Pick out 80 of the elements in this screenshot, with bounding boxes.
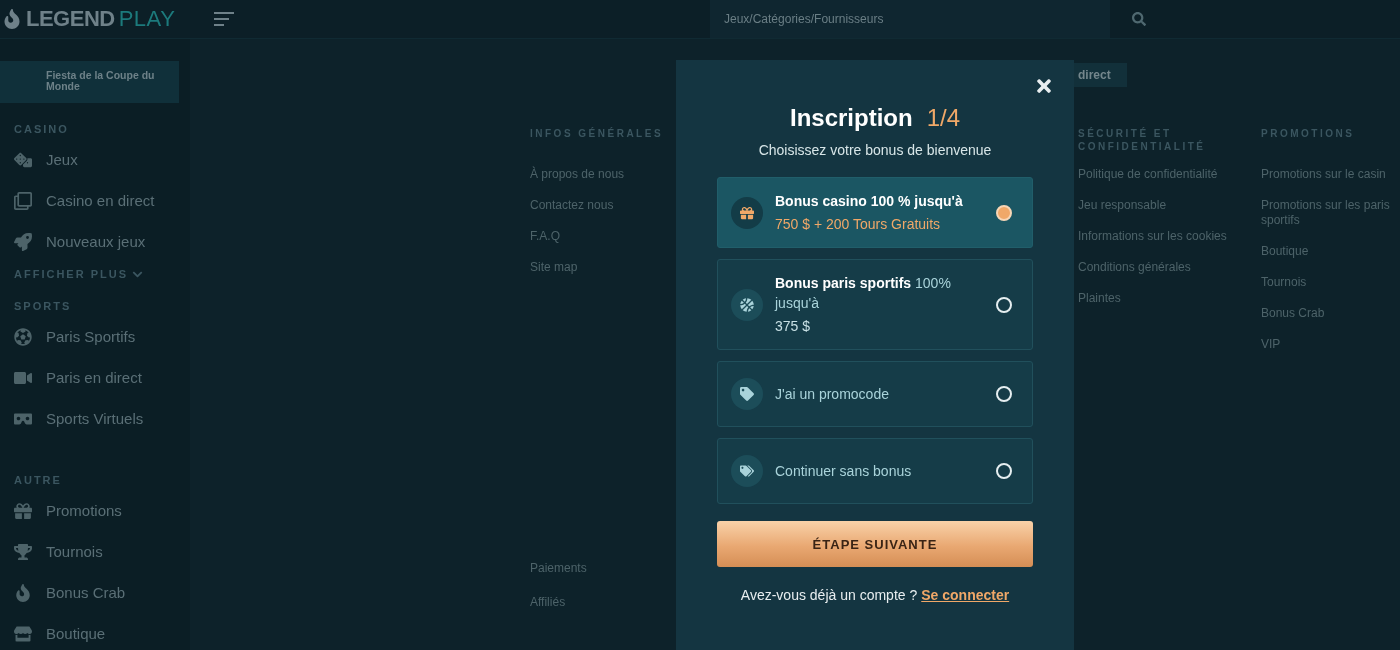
footer-link[interactable]: Politique de confidentialité	[1078, 159, 1228, 190]
section-heading: CASINO	[13, 122, 70, 137]
dice-icon	[13, 150, 33, 169]
football-icon	[13, 327, 33, 346]
next-step-button[interactable]: ÉTAPE SUIVANTE	[717, 521, 1033, 567]
search-icon[interactable]	[1132, 12, 1146, 26]
dialog-title: Inscription 1/4	[789, 104, 960, 132]
login-prompt: Avez-vous déjà un compte ?	[740, 587, 918, 603]
option-label: J'ai un promocode	[775, 385, 890, 404]
sidebar-item[interactable]: Boutique	[0, 613, 190, 650]
sidebar-item-label: Jeux	[46, 151, 78, 168]
ball-icon	[731, 288, 763, 321]
footer-link[interactable]: VIP	[1261, 329, 1400, 360]
sidebar-item[interactable]: Paris en direct	[0, 357, 190, 398]
logo-text: PLAY	[118, 6, 176, 32]
tag-icon	[731, 378, 763, 410]
flame-logo-icon	[2, 9, 22, 29]
option-label: Bonus paris sportifs 100% jusqu'à	[775, 274, 952, 313]
section-heading: SPORTS	[13, 299, 73, 314]
footer-link[interactable]: Informations sur les cookies	[1078, 221, 1228, 252]
footer-link[interactable]: Jeu responsable	[1078, 190, 1228, 221]
search-field[interactable]: Jeux/Catégories/Fournisseurs	[710, 0, 1110, 38]
dialog-subtitle: Choisissez votre bonus de bienvenue	[758, 142, 992, 158]
bonus-option[interactable]: J'ai un promocode	[717, 361, 1033, 427]
bonus-option[interactable]: Continuer sans bonus	[717, 438, 1033, 504]
footer-link[interactable]: Bonus Crab	[1261, 298, 1400, 329]
section-heading: AUTRE	[13, 473, 63, 488]
sidebar-item[interactable]: Sports Virtuels	[0, 398, 190, 439]
sidebar-item-label: Casino en direct	[46, 192, 155, 209]
footer-link[interactable]: Promotions sur le casin	[1261, 159, 1400, 190]
radio-button[interactable]	[996, 386, 1012, 402]
flame-icon	[13, 583, 33, 602]
sidebar-item-label: Nouveaux jeux	[46, 233, 146, 250]
sidebar-item-label: Sports Virtuels	[46, 410, 144, 427]
menu-icon[interactable]	[214, 12, 234, 26]
footer-link[interactable]: À propos de nous	[530, 159, 680, 190]
sidebar-item-label: Bonus Crab	[46, 584, 126, 601]
footer-link[interactable]: Affiliés	[530, 587, 680, 618]
sidebar-item[interactable]: Paris Sportifs	[0, 316, 190, 357]
close-icon[interactable]	[1034, 76, 1054, 96]
sidebar-item-label: Paris Sportifs	[46, 328, 136, 345]
footer-link[interactable]: Promotions sur les paris sportifs	[1261, 190, 1400, 236]
option-label: Continuer sans bonus	[775, 462, 913, 481]
radio-button[interactable]	[996, 463, 1012, 479]
footer-link[interactable]: Conditions générales	[1078, 252, 1228, 283]
sidebar-item[interactable]: Nouveaux jeux	[0, 221, 190, 262]
store-icon	[13, 624, 33, 643]
sidebar-item[interactable]: Tournois	[0, 531, 190, 572]
cards-icon	[13, 191, 33, 210]
sidebar-item-label: Boutique	[46, 625, 106, 642]
tags-icon	[731, 455, 763, 487]
sidebar-item[interactable]: Casino en direct	[0, 180, 190, 221]
footer-link[interactable]: Site map	[530, 252, 680, 283]
trophy-icon	[13, 542, 33, 561]
promo-banner[interactable]: Fiesta de la Coupe du Monde	[0, 61, 179, 103]
option-amount: 750 $ + 200 Tours Gratuits	[775, 215, 942, 234]
footer-link[interactable]: Tournois	[1261, 267, 1400, 298]
sidebar-item-label: Tournois	[46, 543, 103, 560]
footer-link[interactable]: F.A.Q	[530, 221, 680, 252]
footer-link[interactable]: Plaintes	[1078, 283, 1228, 314]
gift-icon	[13, 501, 33, 520]
gift-icon	[731, 196, 763, 229]
radio-button[interactable]	[996, 204, 1012, 221]
sidebar-item[interactable]: Jeux	[0, 139, 190, 180]
footer-link[interactable]: Paiements	[530, 553, 680, 584]
sidebar-item-label: Paris en direct	[46, 369, 142, 386]
bonus-option[interactable]: Bonus casino 100 % jusqu'à 750 $ + 200 Tours Gratuits	[717, 177, 1033, 248]
option-label: Bonus casino 100 % jusqu'à	[775, 192, 964, 211]
sidebar-item-label: Promotions	[46, 502, 122, 519]
footer-link[interactable]: Boutique	[1261, 236, 1400, 267]
option-amount: 375 $	[775, 317, 812, 336]
sidebar-item[interactable]: Bonus Crab	[0, 572, 190, 613]
show-more-link[interactable]: AFFICHER PLUS	[0, 264, 190, 284]
footer-link[interactable]: Contactez nous	[530, 190, 680, 221]
rocket-icon	[13, 232, 33, 251]
sidebar-item[interactable]: Promotions	[0, 490, 190, 531]
bonus-option[interactable]: Bonus paris sportifs 100% jusqu'à 375 $	[717, 259, 1033, 350]
login-link[interactable]: Se connecter	[921, 587, 1010, 603]
radio-button[interactable]	[996, 296, 1012, 313]
logo-text: LEGEND	[26, 6, 115, 32]
